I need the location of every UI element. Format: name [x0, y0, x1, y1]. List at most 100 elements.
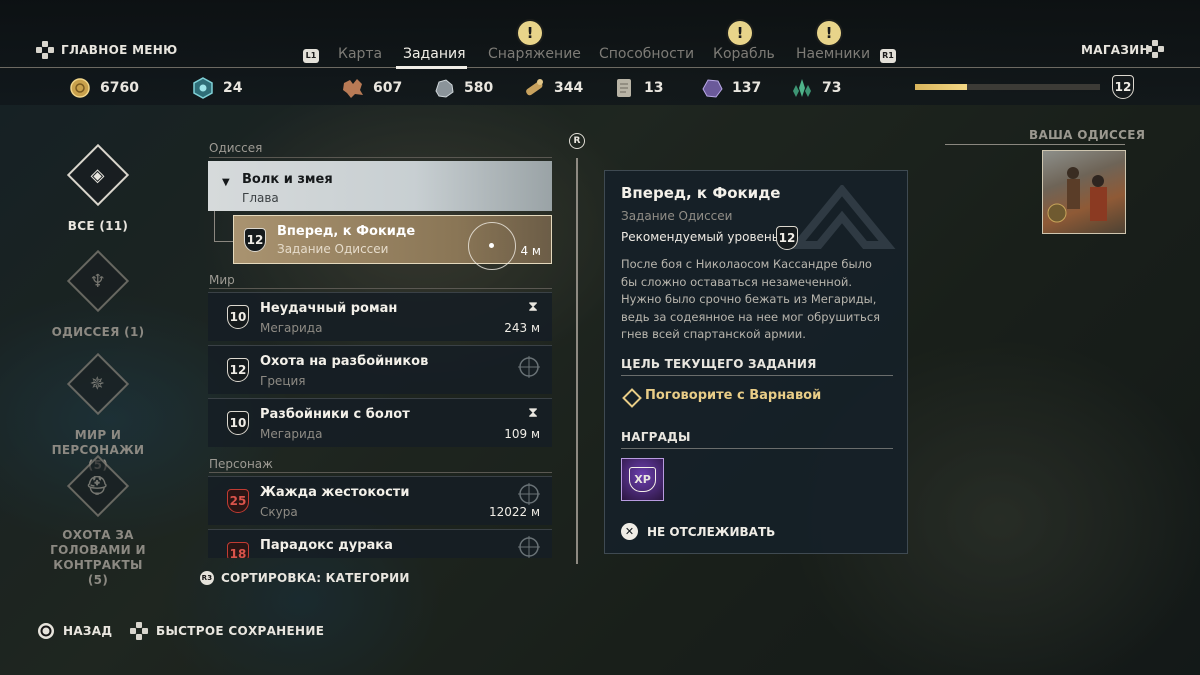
category-odyssey[interactable]: ♆ ОДИССЕЯ (1)	[23, 249, 173, 339]
chapter-subtitle: Глава	[242, 191, 279, 205]
obsidian-value: 137	[732, 80, 762, 96]
category-all[interactable]: ◈ ВСЕ (11)	[23, 143, 173, 233]
helmet-icon: ⛑	[66, 454, 130, 518]
rewards-header: НАГРАДЫ	[621, 430, 691, 444]
odyssey-thumbnail[interactable]	[1042, 150, 1126, 234]
wood-log-icon	[526, 79, 543, 96]
circle-button-icon	[38, 623, 54, 639]
tab-ship[interactable]: Корабль	[713, 46, 775, 62]
xp-progress-bar	[915, 84, 1100, 90]
equipment-warning-icon: !	[518, 21, 542, 45]
quest-title: Жажда жестокости	[260, 485, 410, 500]
stone-value: 13	[644, 80, 664, 96]
xp-icon: XP	[629, 467, 656, 492]
drachma-coin-icon	[70, 78, 90, 98]
tab-mercenaries[interactable]: Наемники	[796, 46, 870, 62]
world-compass-icon: ✵	[66, 352, 130, 416]
quest-detail-panel: Вперед, к Фокиде Задание Одиссеи Рекомен…	[604, 170, 908, 554]
dpad-icon	[130, 622, 148, 640]
quest-distance: 243 м	[504, 321, 540, 335]
drachmae-value: 6760	[100, 80, 139, 96]
recommended-level-label: Рекомендуемый уровень	[621, 230, 779, 244]
untrack-button[interactable]: ✕ НЕ ОТСЛЕЖИВАТЬ	[621, 523, 775, 540]
iron-value: 580	[464, 80, 494, 96]
sort-label: СОРТИРОВКА: КАТЕГОРИИ	[221, 571, 410, 585]
quest-level-badge: 10	[227, 305, 249, 329]
stone-counter: 13	[612, 77, 663, 99]
player-level-badge: 12	[1112, 75, 1134, 99]
shop-button[interactable]: МАГАЗИН	[1081, 43, 1150, 57]
back-label: НАЗАД	[63, 624, 113, 638]
quest-row[interactable]: 12 Охота на разбойников Греция	[208, 345, 552, 394]
touchpad-icon	[1146, 40, 1164, 58]
leather-icon	[343, 79, 363, 98]
quest-level-badge: 12	[227, 358, 249, 382]
ship-warning-icon: !	[728, 21, 752, 45]
category-bounties-label: ОХОТА ЗА ГОЛОВАМИ И КОНТРАКТЫ (5)	[50, 528, 146, 587]
active-tab-indicator	[396, 66, 467, 69]
chapter-row[interactable]: ▼ Волк и змея Глава	[208, 161, 552, 211]
odyssey-divider	[945, 144, 1125, 145]
detail-description: После боя с Николаосом Кассандре было бы…	[621, 257, 881, 341]
world-quest-icon	[518, 356, 540, 378]
section-divider	[209, 157, 552, 158]
objective-text: Поговорите с Варнавой	[645, 388, 822, 403]
chapter-title: Волк и змея	[242, 172, 333, 187]
detail-quest-type: Задание Одиссеи	[621, 209, 733, 223]
tab-quests[interactable]: Задания	[403, 46, 466, 62]
iron-counter: 580	[432, 77, 493, 99]
quest-row[interactable]: 10 Разбойники с болот Мегарида ⧗ 109 м	[208, 398, 552, 447]
section-divider	[209, 288, 552, 289]
detail-title: Вперед, к Фокиде	[621, 184, 781, 202]
recommended-level-badge: 12	[776, 226, 798, 250]
quest-title: Охота на разбойников	[260, 354, 429, 369]
quest-title: Вперед, к Фокиде	[277, 224, 416, 239]
right-stick-scroll-icon: R	[569, 133, 585, 149]
xp-progress-fill	[915, 84, 967, 90]
quest-row[interactable]: 18 Парадокс дурака	[208, 529, 552, 558]
category-all-label: ВСЕ (11)	[67, 219, 129, 233]
section-divider	[209, 472, 552, 473]
scrollbar[interactable]	[576, 158, 578, 564]
quest-region: Скура	[260, 505, 298, 519]
objective-divider	[621, 375, 893, 376]
rewards-divider	[621, 448, 893, 449]
tab-equipment[interactable]: Снаряжение	[488, 46, 581, 62]
leather-counter: 607	[341, 77, 402, 99]
quest-region: Мегарида	[260, 427, 323, 441]
main-menu-button[interactable]: ГЛАВНОЕ МЕНЮ	[61, 43, 178, 57]
quest-title: Парадокс дурака	[260, 538, 393, 553]
obsidian-icon	[702, 79, 723, 98]
touchpad-icon	[36, 41, 54, 59]
quest-distance: 4 м	[520, 244, 541, 258]
hourglass-icon: ⧗	[528, 299, 538, 315]
obsidian-counter: 137	[700, 77, 761, 99]
crystal-counter: 73	[790, 77, 841, 99]
tab-abilities[interactable]: Способности	[599, 46, 694, 62]
hourglass-icon: ⧗	[528, 405, 538, 421]
quest-title: Неудачный роман	[260, 301, 398, 316]
stone-tablet-icon	[617, 79, 631, 97]
category-bounties[interactable]: ⛑ ОХОТА ЗА ГОЛОВАМИ И КОНТРАКТЫ (5)	[23, 454, 173, 588]
leather-value: 607	[373, 80, 403, 96]
quest-row[interactable]: 10 Неудачный роман Мегарида ⧗ 243 м	[208, 292, 552, 341]
all-quests-icon: ◈	[66, 143, 130, 207]
r1-bumper-icon: R1	[880, 49, 896, 63]
character-quest-icon	[518, 536, 540, 558]
category-odyssey-label: ОДИССЕЯ (1)	[51, 325, 145, 339]
quicksave-button[interactable]: БЫСТРОЕ СОХРАНЕНИЕ	[130, 622, 324, 640]
top-divider	[0, 67, 1200, 68]
quest-distance: 109 м	[504, 427, 540, 441]
character-quest-icon	[518, 483, 540, 505]
quest-level-badge: 12	[244, 228, 266, 252]
your-odyssey-label: ВАША ОДИССЕЯ	[1029, 128, 1146, 142]
controller-cursor	[468, 222, 516, 270]
drachmae-counter: 6760	[68, 77, 139, 99]
r3-button-icon: R3	[200, 571, 214, 585]
tab-map[interactable]: Карта	[338, 46, 382, 62]
quest-row[interactable]: 25 Жажда жестокости Скура 12022 м	[208, 476, 552, 525]
back-button[interactable]: НАЗАД	[37, 622, 112, 640]
section-odyssey: Одиссея	[209, 141, 263, 155]
sort-button[interactable]: R3 СОРТИРОВКА: КАТЕГОРИИ	[200, 571, 410, 585]
iron-ore-icon	[435, 79, 454, 98]
